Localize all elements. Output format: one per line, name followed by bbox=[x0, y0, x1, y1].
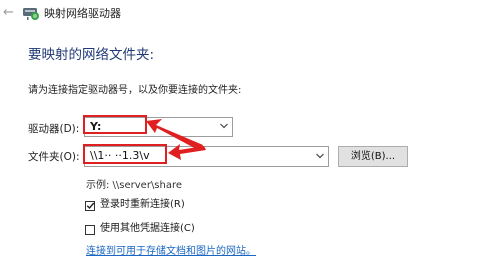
network-drive-icon bbox=[23, 8, 39, 20]
example-text: 示例: \\server\share bbox=[86, 180, 183, 191]
chevron-down-icon[interactable] bbox=[315, 151, 325, 161]
window-title: 映射网络驱动器 bbox=[44, 7, 121, 20]
checkmark-icon bbox=[86, 202, 95, 210]
drive-highlight-box bbox=[83, 115, 147, 134]
reconnect-label[interactable]: 登录时重新连接(R) bbox=[100, 199, 185, 211]
credentials-checkbox[interactable] bbox=[85, 225, 95, 235]
drive-label: 驱动器(D): bbox=[28, 123, 80, 135]
folder-highlight-box bbox=[83, 144, 167, 164]
credentials-label[interactable]: 使用其他凭据连接(C) bbox=[100, 223, 195, 235]
instruction-text: 请为连接指定驱动器号，以及你要连接的文件夹: bbox=[28, 85, 242, 96]
page-heading: 要映射的网络文件夹: bbox=[28, 47, 155, 63]
folder-label: 文件夹(O): bbox=[28, 151, 80, 163]
map-network-drive-dialog: ← 映射网络驱动器 要映射的网络文件夹: 请为连接指定驱动器号，以及你要连接的文… bbox=[0, 0, 479, 266]
back-arrow-icon[interactable]: ← bbox=[3, 6, 17, 20]
browse-button[interactable]: 浏览(B)... bbox=[338, 146, 408, 167]
website-link[interactable]: 连接到可用于存储文档和图片的网站。 bbox=[86, 246, 256, 258]
chevron-down-icon[interactable] bbox=[219, 121, 229, 131]
